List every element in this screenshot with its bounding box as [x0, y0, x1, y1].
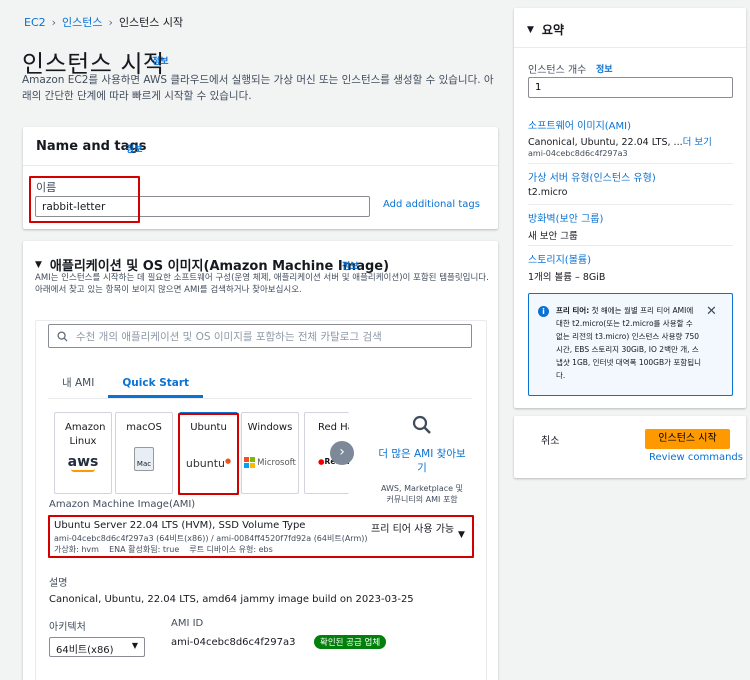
ami-select-label: Amazon Machine Image(AMI): [49, 499, 196, 510]
divider: [528, 163, 733, 164]
summary-header[interactable]: ▼ 요약: [527, 21, 564, 38]
ami-description: AMI는 인스턴스를 시작하는 데 필요한 소프트웨어 구성(운영 체제, 애플…: [35, 273, 489, 295]
browse-more-amis[interactable]: 더 많은 AMI 찾아보기 AWS, Marketplace 및 커뮤니티의 A…: [377, 415, 467, 505]
summary-title: 요약: [541, 23, 565, 37]
show-more-link[interactable]: 더 보기: [683, 137, 712, 148]
breadcrumb-instances[interactable]: 인스턴스: [62, 14, 102, 30]
review-commands-link[interactable]: Review commands: [649, 452, 743, 463]
free-tier-text: 프리 티어: 첫 해에는 월별 프리 티어 AMI에 대한 t2.micro(또…: [556, 306, 702, 380]
ami-id-value: ami-04cebc8d6c4f297a3: [171, 637, 296, 648]
divider: [23, 165, 498, 166]
architecture-label: 아키텍처: [49, 622, 86, 633]
os-card-label: Ubuntu: [190, 422, 227, 433]
os-card-label: Windows: [247, 422, 293, 433]
chevron-right-icon[interactable]: ›: [330, 441, 354, 465]
breadcrumb-current: 인스턴스 시작: [118, 16, 184, 29]
description-value: Canonical, Ubuntu, 22.04 LTS, amd64 jamm…: [49, 594, 414, 605]
divider: [528, 245, 733, 246]
info-icon: i: [538, 306, 549, 317]
browse-more-subtitle: AWS, Marketplace 및 커뮤니티의 AMI 포함: [380, 484, 464, 504]
name-tags-info-link[interactable]: 정보: [126, 142, 143, 155]
page-info-link[interactable]: 정보: [152, 54, 169, 67]
os-card-ubuntu[interactable]: Ubuntu ubuntu●: [179, 412, 238, 494]
mac-logo-icon: Mac: [134, 447, 154, 471]
browse-more-link[interactable]: 더 많은 AMI 찾아보기: [377, 447, 467, 475]
free-tier-label: 프리 티어 사용 가능: [371, 524, 455, 535]
summary-software-id: ami-04cebc8d6c4f297a3: [528, 149, 628, 158]
page-description: Amazon EC2를 사용하면 AWS 클라우드에서 실행되는 가상 머신 또…: [22, 74, 494, 102]
architecture-value: 64비트(x86): [56, 645, 114, 656]
name-label: 이름: [36, 181, 57, 194]
close-icon[interactable]: ✕: [706, 304, 717, 319]
summary-software-link[interactable]: 소프트웨어 이미지(AMI): [528, 117, 631, 132]
ami-selected-attributes: 가상화: hvm ENA 활성화됨: true 루트 디바이스 유형: ebs: [54, 545, 273, 554]
os-card-label: macOS: [126, 422, 162, 433]
microsoft-logo-icon: Microsoft: [242, 457, 298, 468]
aws-logo-icon: aws: [67, 454, 99, 472]
os-card-amazon-linux[interactable]: Amazon Linux aws: [54, 412, 112, 494]
os-card-label: Amazon Linux: [65, 422, 106, 447]
tab-my-ami[interactable]: 내 AMI: [48, 369, 108, 398]
breadcrumb-ec2[interactable]: EC2: [24, 16, 46, 29]
summary-firewall-value: 새 보안 그룹: [528, 231, 578, 242]
chevron-right-icon: ›: [108, 15, 113, 29]
summary-firewall-link[interactable]: 방화벽(보안 그룹): [528, 210, 603, 225]
summary-server-link[interactable]: 가상 서버 유형(인스턴스 유형): [528, 169, 656, 184]
caret-down-icon: ▼: [527, 24, 534, 35]
instance-count-input[interactable]: [528, 77, 733, 98]
os-card-windows[interactable]: Windows Microsoft: [241, 412, 299, 494]
search-placeholder: 수천 개의 애플리케이션 및 OS 이미지를 포함하는 전체 카탈로그 검색: [76, 330, 382, 343]
search-icon: [57, 330, 68, 342]
architecture-select[interactable]: 64비트(x86) ▼: [49, 637, 145, 657]
summary-storage-value: 1개의 볼륨 – 8GiB: [528, 272, 606, 283]
ami-id-label: AMI ID: [171, 618, 204, 629]
ubuntu-logo-icon: ubuntu●: [185, 457, 232, 470]
add-tags-link[interactable]: Add additional tags: [383, 199, 480, 210]
caret-down-icon: ▼: [35, 259, 42, 270]
tab-quick-start[interactable]: Quick Start: [108, 369, 204, 398]
name-input[interactable]: [35, 196, 370, 217]
launch-instance-button[interactable]: 인스턴스 시작: [645, 429, 730, 449]
search-icon: [377, 415, 467, 441]
instance-count-info-link[interactable]: 정보: [596, 62, 613, 75]
summary-storage-link[interactable]: 스토리지(볼륨): [528, 251, 591, 266]
ami-search-input[interactable]: 수천 개의 애플리케이션 및 OS 이미지를 포함하는 전체 카탈로그 검색: [48, 324, 472, 348]
os-card-label: Red Hat: [318, 422, 349, 433]
divider: [514, 47, 746, 48]
breadcrumb: EC2 › 인스턴스 › 인스턴스 시작: [24, 14, 183, 30]
description-label: 설명: [49, 578, 68, 589]
ami-selected-name: Ubuntu Server 22.04 LTS (HVM), SSD Volum…: [54, 520, 306, 531]
ami-selected-id: ami-04cebc8d6c4f297a3 (64비트(x86)) / ami-…: [54, 534, 368, 543]
os-card-macos[interactable]: macOS Mac: [115, 412, 173, 494]
chevron-right-icon: ›: [51, 15, 57, 29]
cancel-button[interactable]: 취소: [541, 432, 559, 447]
caret-down-icon[interactable]: ▼: [458, 530, 465, 540]
ami-info-link[interactable]: 정보: [342, 259, 359, 272]
instance-count-label: 인스턴스 개수: [528, 65, 587, 76]
ami-tabs: 내 AMI Quick Start: [48, 369, 472, 399]
divider: [528, 204, 733, 205]
summary-software-value: Canonical, Ubuntu, 22.04 LTS, ...더 보기: [528, 137, 712, 148]
caret-down-icon: ▼: [131, 641, 138, 650]
summary-server-value: t2.micro: [528, 187, 568, 198]
verified-provider-badge: 확인된 공급 업체: [314, 635, 387, 649]
